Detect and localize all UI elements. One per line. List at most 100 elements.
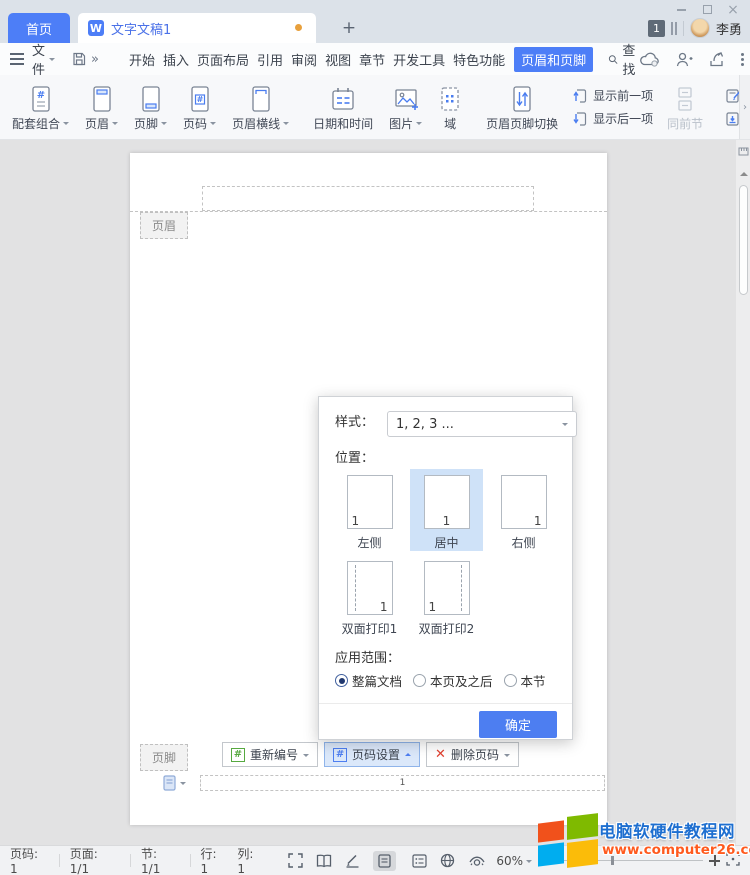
renumber-button[interactable]: # 重新编号 xyxy=(222,742,318,767)
divider xyxy=(130,854,131,867)
tab-review[interactable]: 审阅 xyxy=(288,47,320,72)
file-menu[interactable]: 文件 xyxy=(32,40,55,78)
position-option-duplex1[interactable]: 1 双面打印1 xyxy=(333,555,406,637)
maximize-button[interactable] xyxy=(694,1,720,18)
show-next-button[interactable]: 显示后一项 xyxy=(572,110,653,127)
outline-view-button[interactable] xyxy=(412,854,427,868)
same-as-previous-label: 同前节 xyxy=(667,115,703,132)
notification-badge[interactable]: 1 xyxy=(648,20,665,37)
footer-icon xyxy=(139,83,163,115)
zoom-level-button[interactable]: 60% xyxy=(496,854,532,868)
save-icon xyxy=(71,51,87,67)
status-line: 行: 1 xyxy=(200,845,227,875)
preset-combo-button[interactable]: # 配套组合 xyxy=(4,75,77,139)
page-view-button[interactable] xyxy=(373,851,396,871)
page-number-button[interactable]: # 页码 xyxy=(175,75,224,139)
zoom-out-button[interactable] xyxy=(538,860,549,862)
tab-header-footer[interactable]: 页眉和页脚 xyxy=(514,47,593,72)
cloud-sync-button[interactable] xyxy=(640,52,660,67)
zoom-controls: 60% xyxy=(496,852,740,869)
tab-view[interactable]: 视图 xyxy=(322,47,354,72)
home-tab[interactable]: 首页 xyxy=(8,13,70,43)
zoom-level-value: 60% xyxy=(496,854,523,868)
header-rule-label: 页眉横线 xyxy=(232,115,280,132)
fit-page-button[interactable] xyxy=(726,852,740,869)
read-mode-button[interactable] xyxy=(316,854,332,868)
footer-style-button[interactable] xyxy=(163,775,186,791)
tab-developer[interactable]: 开发工具 xyxy=(390,47,448,72)
chevron-down-icon xyxy=(49,58,55,64)
scrollbar-thumb[interactable] xyxy=(739,185,748,295)
close-button[interactable]: × xyxy=(720,1,746,18)
menubar-right-icons xyxy=(640,52,750,67)
radio-this-section[interactable]: 本节 xyxy=(504,671,546,690)
show-next-label: 显示后一项 xyxy=(593,110,653,127)
search-button[interactable]: 查找 xyxy=(608,40,640,78)
footer-tag: 页脚 xyxy=(140,744,188,771)
tab-references[interactable]: 引用 xyxy=(254,47,286,72)
file-menu-label: 文件 xyxy=(32,40,45,78)
document-tab[interactable]: W 文字文稿1 xyxy=(78,13,316,43)
show-previous-button[interactable]: 显示前一项 xyxy=(572,87,653,104)
share-button[interactable] xyxy=(709,52,725,67)
delete-page-number-label: 删除页码 xyxy=(451,746,499,763)
eye-protect-button[interactable] xyxy=(468,854,486,868)
radio-whole-document[interactable]: 整篇文档 xyxy=(335,671,402,690)
switch-header-footer-button[interactable]: 页眉页脚切换 xyxy=(478,75,566,139)
position-option-left[interactable]: 1 左侧 xyxy=(333,469,406,551)
delete-page-number-button[interactable]: ✕ 删除页码 xyxy=(426,742,519,767)
position-option-duplex2[interactable]: 1 双面打印2 xyxy=(410,555,483,637)
footer-content-box[interactable]: 1 xyxy=(200,775,605,791)
chevron-down-icon xyxy=(416,122,422,128)
tab-page-layout[interactable]: 页面布局 xyxy=(194,47,252,72)
avatar[interactable] xyxy=(690,18,710,38)
tab-special-features[interactable]: 特色功能 xyxy=(450,47,508,72)
header-content-box[interactable] xyxy=(202,186,534,211)
tab-section[interactable]: 章节 xyxy=(356,47,388,72)
apply-range-options: 整篇文档 本页及之后 本节 xyxy=(335,671,546,690)
ok-button[interactable]: 确定 xyxy=(479,711,557,738)
scroll-up-arrow[interactable] xyxy=(740,168,748,176)
chevron-down-icon xyxy=(210,122,216,128)
write-mode-button[interactable] xyxy=(345,853,360,868)
tab-insert[interactable]: 插入 xyxy=(160,47,192,72)
thumb-number: 1 xyxy=(534,515,542,527)
position-option-right[interactable]: 1 右侧 xyxy=(487,469,560,551)
save-button[interactable] xyxy=(71,51,87,67)
ruler-toggle-icon[interactable] xyxy=(738,146,749,161)
date-time-button[interactable]: 日期和时间 xyxy=(305,75,381,139)
picture-label: 图片 xyxy=(389,115,413,132)
header-tag: 页眉 xyxy=(140,212,188,239)
picture-icon xyxy=(393,83,419,115)
header-rule-button[interactable]: 页眉横线 xyxy=(224,75,297,139)
page-number-settings-button[interactable]: # 页码设置 xyxy=(324,742,420,767)
chevron-down-icon xyxy=(180,782,186,788)
zoom-in-button[interactable] xyxy=(709,855,720,866)
style-select[interactable]: 1, 2, 3 ... xyxy=(387,411,577,437)
position-options-row2: 1 双面打印1 1 双面打印2 xyxy=(333,555,483,637)
picture-button[interactable]: 图片 xyxy=(381,75,430,139)
statusbar: 页码: 1 页面: 1/1 节: 1/1 行: 1 列: 1 6 xyxy=(0,845,750,875)
footer-button[interactable]: 页脚 xyxy=(126,75,175,139)
minimize-button[interactable] xyxy=(668,1,694,18)
ribbon-overflow-chevron[interactable]: › xyxy=(739,75,750,139)
window-stack-icon xyxy=(671,22,677,35)
document-tab-label: 文字文稿1 xyxy=(111,19,171,38)
field-button[interactable]: 域 xyxy=(430,75,470,139)
position-option-center[interactable]: 1 居中 xyxy=(410,469,483,551)
radio-label: 本页及之后 xyxy=(430,671,493,690)
new-tab-button[interactable]: + xyxy=(338,17,360,39)
fullscreen-button[interactable] xyxy=(288,853,303,868)
position-thumbnail: 1 xyxy=(424,561,470,615)
radio-this-page-onward[interactable]: 本页及之后 xyxy=(413,671,493,690)
tab-start[interactable]: 开始 xyxy=(126,47,158,72)
more-tools-button[interactable]: » xyxy=(91,52,99,67)
add-user-button[interactable] xyxy=(676,52,693,67)
zoom-slider[interactable] xyxy=(555,860,703,861)
web-layout-button[interactable] xyxy=(440,853,455,868)
hamburger-menu-icon[interactable] xyxy=(10,53,24,65)
page-number-label: 页码 xyxy=(183,115,207,132)
header-button[interactable]: 页眉 xyxy=(77,75,126,139)
thumb-number: 1 xyxy=(352,515,360,527)
more-menu-button[interactable] xyxy=(741,53,744,66)
